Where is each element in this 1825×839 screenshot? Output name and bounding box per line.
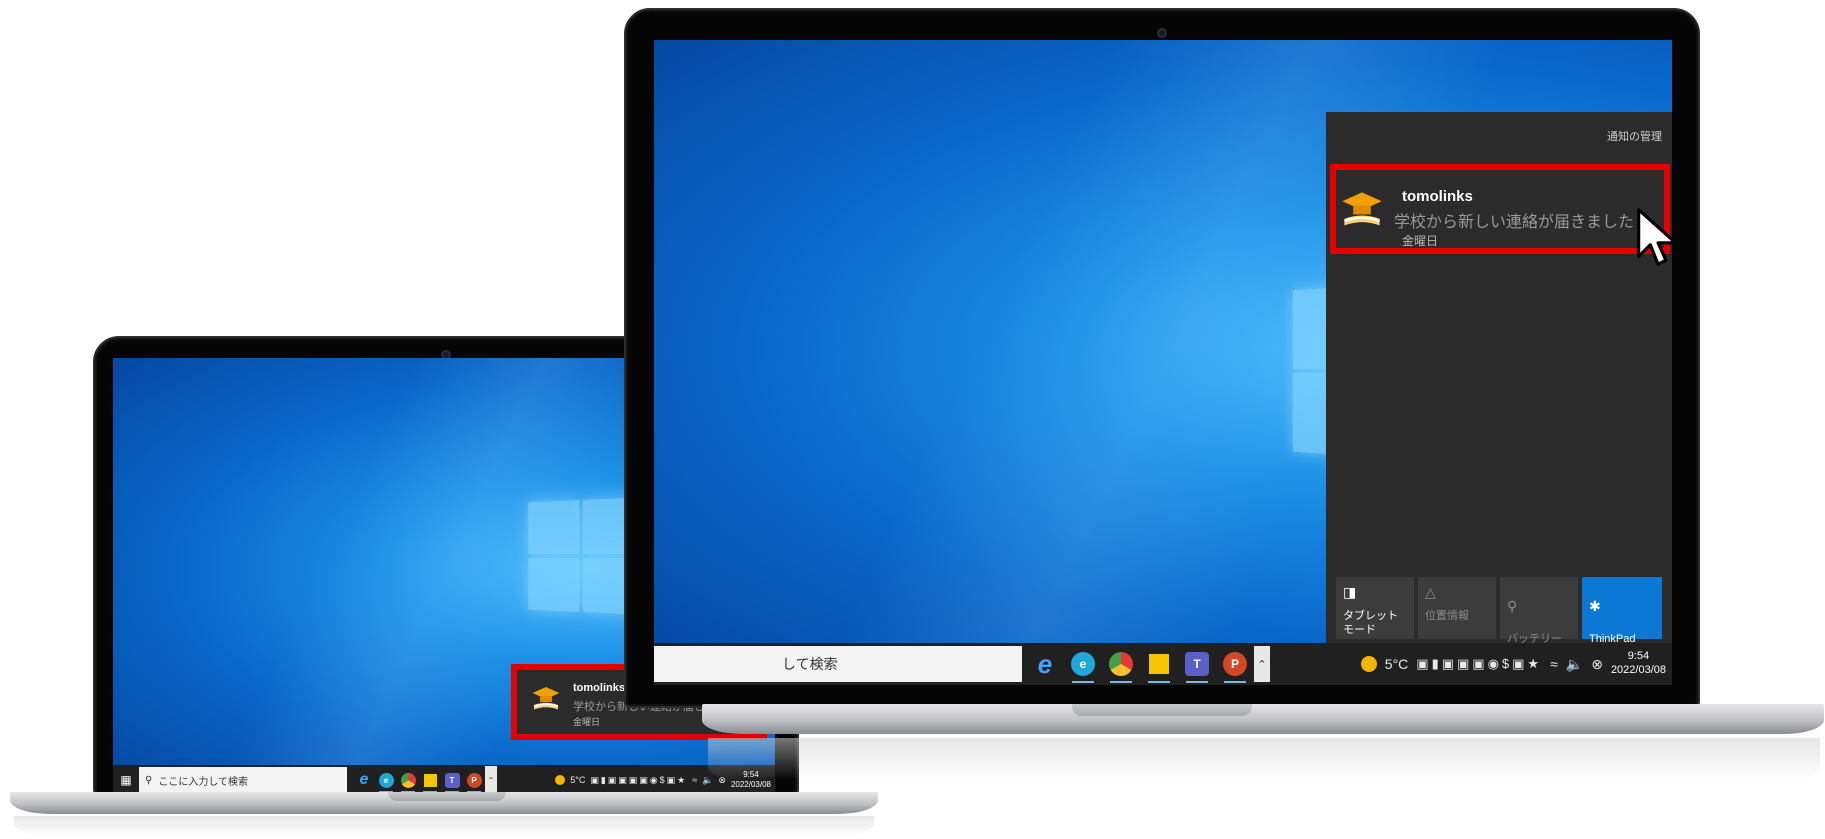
bluetooth-icon: ✱ [1589, 598, 1601, 615]
taskbar-apps: e e T P ⌃ [353, 766, 497, 794]
large-desktop-screen: 通知の管理 tomolinks 学校から新しい連絡が届きました 金曜日 ◨ タブ… [654, 40, 1672, 685]
quick-action-location[interactable]: △ 位置情報 [1418, 577, 1496, 639]
teams-icon: T [1185, 652, 1209, 676]
clock-time: 9:54 [1627, 650, 1650, 663]
chevron-up-icon: ⌃ [487, 775, 495, 785]
sticky-notes-icon [1149, 654, 1169, 674]
taskbar-powerpoint[interactable]: P [1216, 644, 1254, 684]
wifi-icon[interactable]: ≈ [692, 775, 697, 785]
taskbar-teams[interactable]: T [1178, 644, 1216, 684]
quick-action-label: 位置情報 [1425, 610, 1469, 623]
taskbar-chrome[interactable] [397, 766, 419, 794]
chevron-up-icon: ⌃ [1257, 658, 1267, 671]
search-box[interactable]: して検索 [654, 646, 1022, 682]
action-center-panel: 通知の管理 tomolinks 学校から新しい連絡が届きました 金曜日 ◨ タブ… [1326, 112, 1672, 673]
large-laptop-reflection [708, 738, 1820, 780]
show-hidden-icons[interactable]: ⌃ [485, 766, 497, 794]
graduation-cap-icon [1342, 192, 1382, 226]
large-laptop-base [702, 704, 1824, 734]
large-laptop-lid: 通知の管理 tomolinks 学校から新しい連絡が届きました 金曜日 ◨ タブ… [624, 8, 1700, 708]
search-placeholder: して検索 [782, 656, 838, 672]
search-placeholder: ここに入力して検索 [158, 776, 249, 788]
show-hidden-icons[interactable]: ⌃ [1254, 646, 1270, 682]
taskbar-edge[interactable]: e [1064, 644, 1102, 684]
large-notification-message: 学校から新しい連絡が届きました [1394, 214, 1635, 231]
manage-notifications-link[interactable]: 通知の管理 [1607, 128, 1662, 144]
small-notification-day: 金曜日 [573, 717, 601, 727]
volume-icon[interactable]: 🔈 [702, 775, 713, 786]
sticky-notes-icon [423, 773, 437, 787]
weather-sun-icon [1360, 656, 1377, 672]
chrome-icon [400, 772, 416, 788]
taskbar-ie[interactable]: e [1026, 644, 1064, 684]
windows-logo-wallpaper [528, 497, 639, 615]
powerpoint-icon: P [466, 772, 482, 788]
large-laptop-camera [1157, 28, 1167, 38]
taskbar-sticky-notes[interactable] [419, 766, 441, 794]
internet-explorer-icon: e [359, 771, 369, 788]
battery-saver-icon: ⚲ [1507, 598, 1518, 615]
taskbar-teams[interactable]: T [441, 766, 463, 794]
small-laptop-notch [388, 792, 506, 801]
graduation-cap-icon [532, 687, 560, 710]
large-notification-app-name: tomolinks [1402, 188, 1473, 205]
small-notification-app-name: tomolinks [573, 682, 625, 694]
tray-icons[interactable]: ▣▮▣▣▣▣◉$▣★ [590, 775, 687, 786]
wifi-icon[interactable]: ≈ [1550, 656, 1558, 672]
clock-date: 2022/03/08 [1610, 664, 1666, 676]
quick-action-label: タブレット モード [1343, 610, 1398, 637]
tablet-mode-icon: ◨ [1343, 584, 1357, 600]
taskbar-clock[interactable]: 9:54 2022/03/08 [1611, 650, 1666, 678]
large-taskbar: して検索 e e T P ⌃ 5°C ▣▮▣▣▣◉$▣★ ≈ 🔈 ⊗ 9:54 … [654, 643, 1672, 685]
notification-center-icon[interactable]: ⊗ [1591, 656, 1603, 673]
start-button[interactable]: ▦ [113, 765, 139, 795]
weather-temp[interactable]: 5°C [1385, 656, 1409, 672]
chrome-icon [1109, 652, 1133, 676]
volume-icon[interactable]: 🔈 [1566, 656, 1583, 673]
quick-action-battery-saver[interactable]: ⚲ バッテリー 節約機能 [1500, 577, 1578, 659]
taskbar-powerpoint[interactable]: P [463, 766, 485, 794]
system-tray: 5°C ▣▮▣▣▣◉$▣★ ≈ 🔈 ⊗ 9:54 2022/03/08 [1360, 650, 1672, 678]
internet-explorer-icon: e [1037, 648, 1053, 679]
weather-sun-icon [555, 775, 566, 785]
large-laptop-notch [1072, 704, 1252, 716]
taskbar-ie[interactable]: e [353, 766, 375, 794]
small-taskbar: ▦ ⚲ ここに入力して検索 e e T P ⌃ 5°C ▣▮▣▣▣▣◉$▣★ ≈… [113, 765, 775, 795]
tray-icons[interactable]: ▣▮▣▣▣◉$▣★ [1416, 656, 1542, 672]
edge-icon: e [1071, 652, 1095, 676]
mouse-cursor-icon [1637, 208, 1672, 266]
search-box[interactable]: ⚲ ここに入力して検索 [139, 767, 347, 793]
windows-start-icon: ▦ [120, 773, 132, 787]
small-laptop-reflection [14, 816, 874, 836]
quick-action-tablet-mode[interactable]: ◨ タブレット モード [1336, 577, 1414, 639]
taskbar-chrome[interactable] [1102, 644, 1140, 684]
quick-action-bluetooth[interactable]: ✱ ThinkPad Bluetooth Laser [1582, 577, 1662, 673]
taskbar-sticky-notes[interactable] [1140, 644, 1178, 684]
taskbar-apps: e e T P ⌃ [1026, 644, 1270, 684]
weather-temp[interactable]: 5°C [570, 775, 585, 785]
powerpoint-icon: P [1223, 652, 1247, 676]
large-notification-day: 金曜日 [1402, 234, 1439, 248]
edge-icon: e [378, 772, 394, 788]
teams-icon: T [444, 772, 460, 788]
clock-date: 2022/03/08 [730, 780, 771, 789]
taskbar-edge[interactable]: e [375, 766, 397, 794]
location-icon: △ [1425, 584, 1436, 600]
search-icon: ⚲ [145, 774, 153, 786]
